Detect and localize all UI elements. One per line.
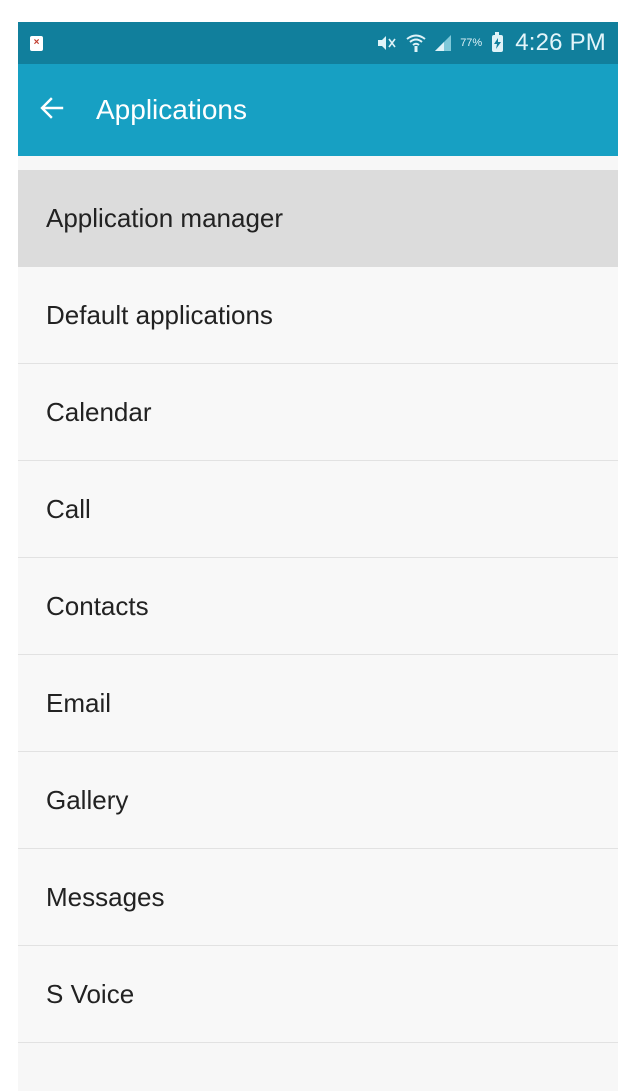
list-item-email[interactable]: Email xyxy=(18,655,618,752)
list-item-label: Calendar xyxy=(46,396,152,427)
battery-percent: 77% xyxy=(460,37,483,49)
mute-icon xyxy=(376,35,398,51)
list-item-gallery[interactable]: Gallery xyxy=(18,752,618,849)
list-item-calendar[interactable]: Calendar xyxy=(18,364,618,461)
applications-list: Application manager Default applications… xyxy=(18,170,618,1043)
error-notification-icon: × xyxy=(30,35,43,51)
status-clock: 4:26 PM xyxy=(515,29,606,56)
status-bar: × 77% 4:26 PM xyxy=(18,22,618,64)
wifi-icon xyxy=(406,34,426,52)
status-icons: 77% 4:26 PM xyxy=(376,29,606,57)
back-arrow-icon xyxy=(40,96,64,124)
list-item-contacts[interactable]: Contacts xyxy=(18,558,618,655)
list-item-application-manager[interactable]: Application manager xyxy=(18,170,618,267)
battery-charging-icon xyxy=(492,31,504,52)
list-item-label: Messages xyxy=(46,881,165,912)
list-item-label: Call xyxy=(46,493,91,524)
back-button[interactable] xyxy=(40,86,88,134)
app-bar: Applications xyxy=(18,64,618,156)
phone-screen: × 77% 4:26 PM Applications Application m… xyxy=(18,22,618,1091)
list-item-default-applications[interactable]: Default applications xyxy=(18,267,618,364)
list-item-call[interactable]: Call xyxy=(18,461,618,558)
list-item-messages[interactable]: Messages xyxy=(18,849,618,946)
list-item-label: Email xyxy=(46,687,112,718)
list-item-label: Contacts xyxy=(46,590,149,621)
list-item-label: Default applications xyxy=(46,299,273,330)
page-title: Applications xyxy=(96,94,247,125)
list-item-label: Gallery xyxy=(46,784,129,815)
signal-icon xyxy=(434,34,452,52)
list-item-s-voice[interactable]: S Voice xyxy=(18,946,618,1043)
list-item-label: Application manager xyxy=(46,202,284,233)
divider xyxy=(18,156,618,170)
list-item-label: S Voice xyxy=(46,978,135,1009)
